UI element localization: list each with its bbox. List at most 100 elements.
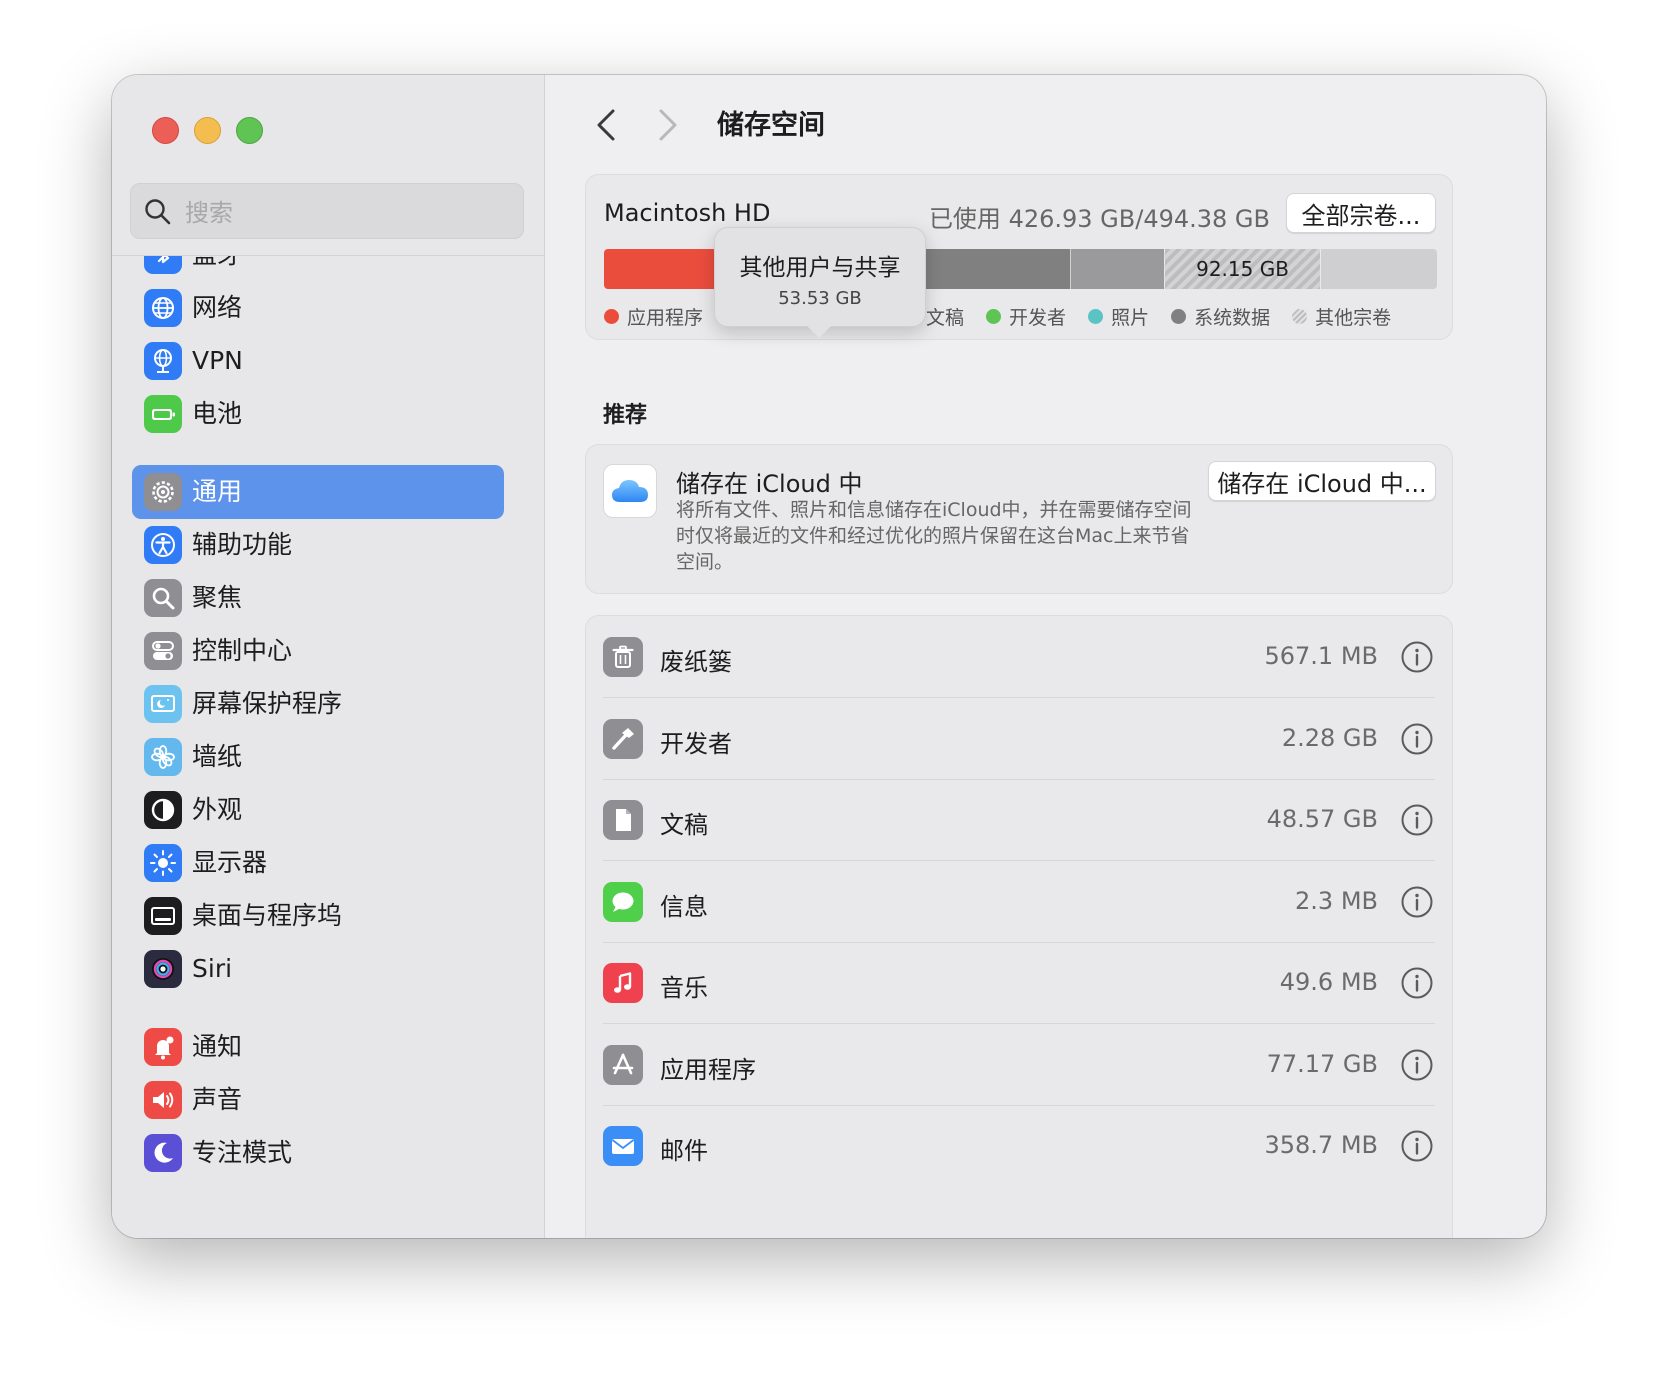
zoom-window-button[interactable] [236,117,263,144]
sidebar-item-icon [144,844,182,882]
storage-bar-segment[interactable] [604,249,731,289]
sidebar-item-icon [144,1134,182,1172]
category-icon [603,718,643,759]
category-icon [603,881,643,922]
sidebar-item-label: 控制中心 [192,636,293,665]
flower-icon [151,745,175,769]
category-icon [603,800,643,840]
minimize-window-button[interactable] [194,117,221,144]
legend-dot [604,309,619,324]
category-size: 2.3 MB [1295,886,1378,915]
sidebar-item-label: 外观 [192,795,243,824]
info-icon[interactable] [1400,1129,1434,1163]
sidebar-item-flower[interactable]: 墙纸 [132,730,504,784]
document-icon [616,809,631,831]
messages-icon [612,892,634,912]
search-icon [145,199,171,225]
sidebar-item-icon [144,791,182,829]
storage-bar-segment[interactable]: 92.15 GB [1164,249,1320,289]
sidebar-item-label: 电池 [192,399,243,428]
sidebar-item-magnifier[interactable]: 聚焦 [132,571,504,625]
sidebar-item-moon[interactable]: 专注模式 [132,1126,504,1180]
storage-category-row[interactable]: 应用程序 77.17 GB [586,1024,1452,1106]
storage-bar-segment[interactable] [1319,249,1437,289]
sidebar-item-label: 专注模式 [192,1138,293,1167]
legend-label: 文稿 [926,307,965,329]
category-size: 49.6 MB [1279,968,1378,996]
sidebar-item-dock[interactable]: 桌面与程序坞 [132,889,504,943]
info-icon[interactable] [1400,640,1434,674]
page-title: 储存空间 [717,110,825,141]
sidebar-item-battery[interactable]: 电池 [132,387,504,441]
sidebar-item-label: 蓝牙 [192,256,242,270]
dock-icon [151,907,175,925]
storage-bar-segment[interactable] [912,249,1071,289]
storage-category-row[interactable]: 废纸篓 567.1 MB [586,616,1452,698]
speaker-icon [153,1092,174,1108]
mail-icon [611,1139,635,1154]
all-volumes-button[interactable]: 全部宗卷... [1286,193,1436,233]
sidebar-item-accessibility[interactable]: 辅助功能 [132,518,504,572]
storage-category-row[interactable]: 信息 2.3 MB [586,861,1452,943]
magnifier-icon [152,587,175,610]
storage-bar-segment[interactable] [1070,249,1165,289]
switches-icon [152,641,174,660]
music-icon [614,972,632,993]
sidebar-item-bell[interactable]: 通知 [132,1020,504,1074]
info-icon[interactable] [1400,803,1434,837]
sidebar-item-screensaver[interactable]: 屏幕保护程序 [132,677,504,731]
category-icon [603,637,643,677]
storage-bar-segment-label: 92.15 GB [1196,257,1289,281]
sidebar-item-icon [144,395,182,433]
info-icon[interactable] [1400,722,1434,756]
storage-category-row[interactable]: 开发者 2.28 GB [586,698,1452,780]
info-icon[interactable] [1400,885,1434,919]
sidebar-item-label: 显示器 [192,848,268,877]
sidebar-item-icon [144,897,182,935]
legend-dot [986,309,1002,324]
recommend-section-title: 推荐 [603,403,648,428]
main-content: 储存空间 Macintosh HD 已使用 426.93 GB/494.38 G… [545,75,1546,1238]
sidebar-item-icon [144,256,182,274]
category-icon [603,963,643,1003]
forward-button[interactable] [645,105,689,145]
tooltip-title: 其他用户与共享 [739,255,901,281]
category-icon [603,1126,643,1166]
search-input[interactable] [183,194,507,232]
storage-category-row[interactable]: 文稿 48.57 GB [586,779,1452,861]
info-icon[interactable] [1400,966,1434,1000]
hammer-icon [612,727,634,750]
sidebar-item-sun[interactable]: 显示器 [132,836,504,890]
category-size: 358.7 MB [1264,1131,1378,1159]
icloud-description: 将所有文件、照片和信息储存在iCloud中，并在需要储存空间时仅将最近的文件和经… [676,499,1192,573]
screensaver-icon [151,695,175,712]
sidebar-item-speaker[interactable]: 声音 [132,1073,504,1127]
sidebar-item-label: VPN [192,346,243,375]
info-icon[interactable] [1400,1048,1434,1082]
moon-icon [154,1142,173,1163]
legend-dot [1171,309,1187,324]
category-size: 77.17 GB [1266,1049,1378,1078]
sidebar-item-siri[interactable]: Siri [132,942,504,996]
sidebar-item-vpn-globe[interactable]: VPN [132,334,504,388]
search-box [130,183,524,239]
store-in-icloud-button[interactable]: 储存在 iCloud 中... [1208,461,1436,501]
icloud-recommendation-card: 储存在 iCloud 中 将所有文件、照片和信息储存在iCloud中，并在需要储… [585,444,1453,594]
sidebar-item-label: 网络 [192,293,243,322]
back-button[interactable] [585,105,629,145]
category-name: 开发者 [660,729,732,758]
sidebar-item-globe[interactable]: 网络 [132,281,504,335]
close-window-button[interactable] [152,117,179,144]
legend-dot [1088,309,1104,324]
sidebar-item-label: 声音 [192,1085,243,1114]
sidebar-item-switches[interactable]: 控制中心 [132,624,504,678]
legend-label: 其他宗卷 [1315,307,1392,329]
storage-category-row[interactable]: 音乐 49.6 MB [586,942,1452,1024]
settings-window: 蓝牙网络 VPN 电池通用辅助功能聚焦控制中心屏幕保护程序墙纸外观显示器桌面与程序坞… [112,75,1546,1238]
storage-category-row[interactable]: 邮件 358.7 MB [586,1105,1452,1187]
sidebar-item-appearance[interactable]: 外观 [132,783,504,837]
legend-item: 应用程序 [604,303,703,330]
vpn-globe-icon [154,349,172,373]
sidebar-item-bluetooth[interactable]: 蓝牙 [132,256,504,282]
sidebar-item-gear[interactable]: 通用 [132,465,504,519]
